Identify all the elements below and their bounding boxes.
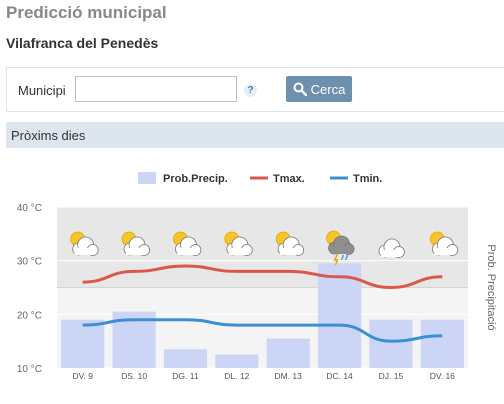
- y-tick-label: 40 °C: [17, 203, 42, 214]
- precip-bar: [420, 319, 464, 368]
- cloud-part: [280, 248, 301, 255]
- forecast-chart: 40 °C 30 °C 20 °C 10 °C DV. 9 DS. 10 DG. 11 DL.…: [17, 172, 497, 381]
- y2-axis-label: Prob. Precipitació: [485, 244, 497, 330]
- x-tick-label: DV. 16: [430, 371, 455, 381]
- section-title: Pròxims dies: [11, 128, 86, 143]
- cloud-part: [434, 248, 455, 255]
- search-icon: [293, 82, 307, 96]
- cloud-part: [177, 248, 198, 255]
- legend-swatch-precip: [138, 172, 156, 184]
- municipi-input[interactable]: [75, 76, 237, 102]
- search-panel: Municipi ? Cerca: [6, 67, 504, 112]
- page-title: Predicció municipal: [6, 3, 167, 22]
- legend-label: Prob.Precip.: [163, 173, 228, 185]
- precip-bar: [215, 354, 259, 368]
- legend-label: Tmax.: [273, 173, 305, 185]
- x-tick-label: DL. 12: [224, 371, 249, 381]
- search-button-label: Cerca: [310, 81, 346, 97]
- x-tick-label: DC. 14: [326, 371, 353, 381]
- cloud-part: [380, 250, 401, 257]
- precip-bar: [163, 349, 208, 368]
- legend-label: Tmin.: [353, 173, 382, 185]
- location-title: Vilafranca del Penedès: [6, 35, 159, 51]
- cloud-part: [126, 248, 147, 255]
- cloud-part: [228, 248, 249, 255]
- cloud-part: [74, 248, 95, 255]
- x-tick-label: DM. 13: [274, 371, 302, 381]
- section-header: Pròxims dies: [6, 122, 504, 148]
- municipi-label: Municipi: [18, 83, 66, 98]
- precip-bar: [61, 319, 105, 368]
- x-tick-label: DV. 9: [72, 371, 93, 381]
- precip-bar: [369, 319, 413, 368]
- x-tick-label: DG. 11: [172, 371, 199, 381]
- plot-band-upper: [57, 207, 468, 288]
- y-tick-label: 30 °C: [17, 257, 42, 268]
- cloud-part: [330, 247, 351, 254]
- legend: Prob.Precip. Tmax. Tmin.: [138, 172, 382, 185]
- y-tick-label: 20 °C: [17, 310, 42, 321]
- precip-bar: [266, 338, 310, 368]
- help-icon[interactable]: ?: [244, 84, 257, 97]
- y-tick-label: 10 °C: [17, 364, 42, 375]
- search-button[interactable]: Cerca: [286, 76, 352, 102]
- x-tick-label: DJ. 15: [379, 371, 404, 381]
- x-tick-label: DS. 10: [121, 371, 147, 381]
